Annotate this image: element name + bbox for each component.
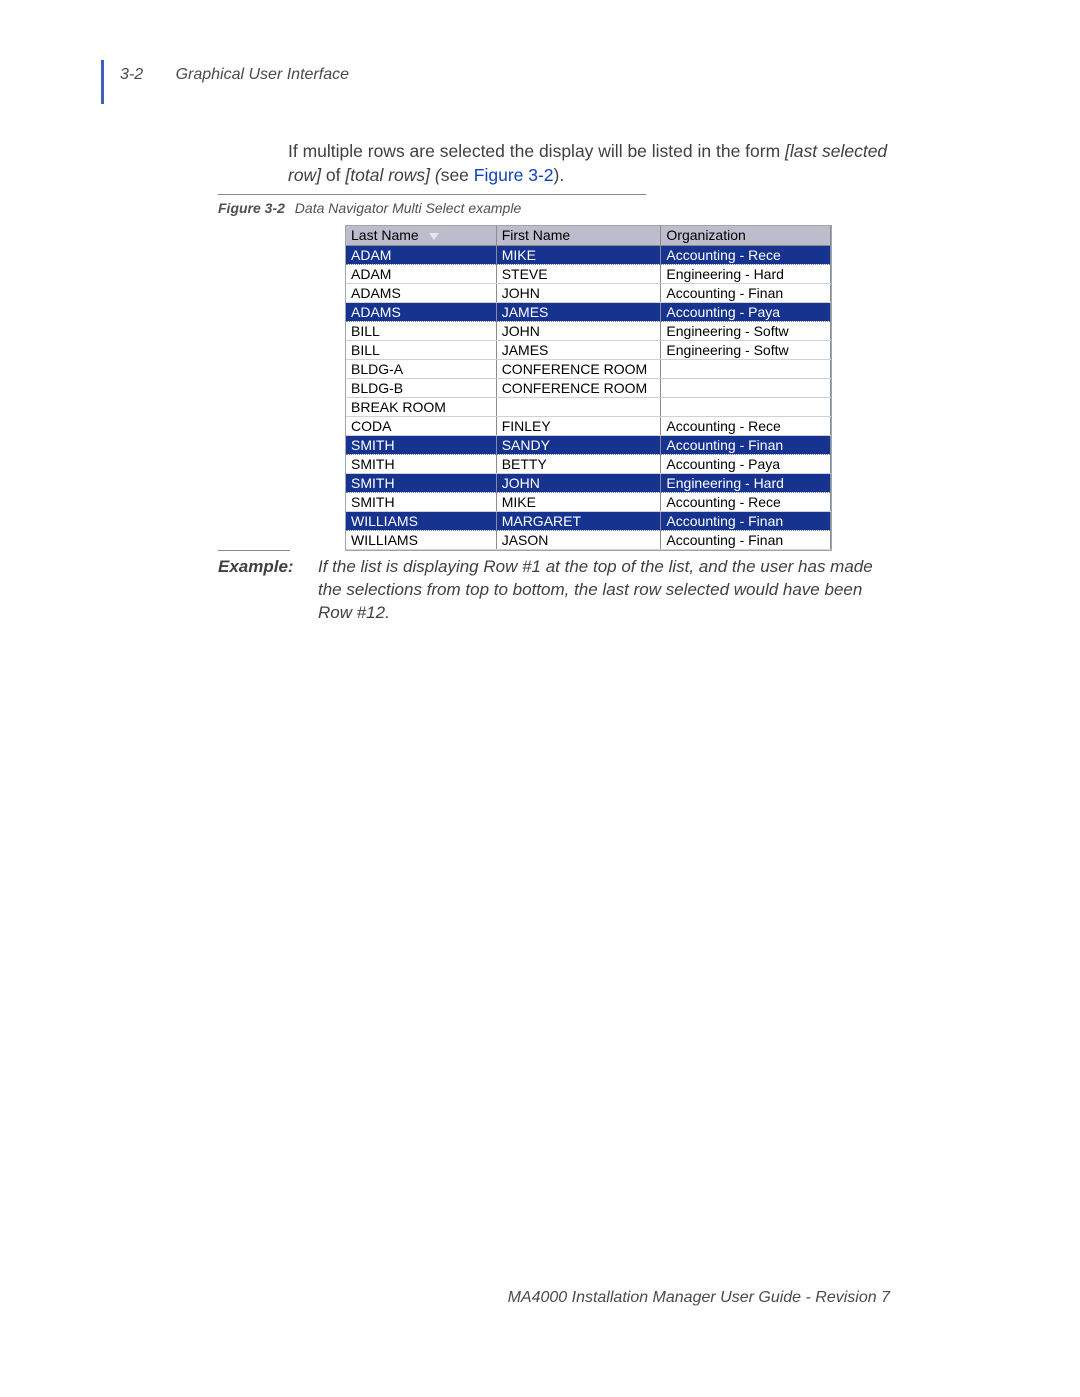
table-cell: ADAMS bbox=[346, 302, 496, 321]
table-cell: SMITH bbox=[346, 435, 496, 454]
table-cell: FINLEY bbox=[496, 416, 661, 435]
column-header-lastname[interactable]: Last Name bbox=[346, 226, 496, 245]
table-cell: BETTY bbox=[496, 454, 661, 473]
table-header-row: Last Name First Name Organization bbox=[346, 226, 831, 245]
sort-descending-icon[interactable] bbox=[429, 233, 439, 240]
table-cell: JASON bbox=[496, 530, 661, 549]
column-header-label: First Name bbox=[502, 227, 570, 243]
para-text: If multiple rows are selected the displa… bbox=[288, 141, 785, 161]
table-cell bbox=[661, 359, 831, 378]
table-row[interactable]: ADAMSJAMESAccounting - Paya bbox=[346, 302, 831, 321]
table-row[interactable]: ADAMSTEVEEngineering - Hard bbox=[346, 264, 831, 283]
table-cell: WILLIAMS bbox=[346, 530, 496, 549]
table-cell: SMITH bbox=[346, 454, 496, 473]
data-navigator-figure: Last Name First Name Organization ADAMMI… bbox=[345, 225, 832, 551]
page: 3-2 Graphical User Interface If multiple… bbox=[0, 0, 1080, 1397]
table-row[interactable]: ADAMMIKEAccounting - Rece bbox=[346, 245, 831, 264]
table-cell: JAMES bbox=[496, 302, 661, 321]
figure-caption: Figure 3-2 Data Navigator Multi Select e… bbox=[218, 200, 521, 216]
table-row[interactable]: WILLIAMSJASONAccounting - Finan bbox=[346, 530, 831, 549]
figure-crossref-link[interactable]: Figure 3-2 bbox=[474, 165, 554, 185]
table-cell: MIKE bbox=[496, 492, 661, 511]
table-cell: Accounting - Rece bbox=[661, 416, 831, 435]
table-cell: Accounting - Rece bbox=[661, 245, 831, 264]
section-title: Graphical User Interface bbox=[176, 66, 349, 83]
para-text: of bbox=[321, 165, 345, 185]
table-cell: Engineering - Hard bbox=[661, 473, 831, 492]
table-cell: MIKE bbox=[496, 245, 661, 264]
table-cell: JAMES bbox=[496, 340, 661, 359]
table-cell: Accounting - Paya bbox=[661, 302, 831, 321]
para-text: ). bbox=[554, 165, 565, 185]
table-cell: Accounting - Finan bbox=[661, 511, 831, 530]
table-cell: BILL bbox=[346, 321, 496, 340]
table-cell: MARGARET bbox=[496, 511, 661, 530]
figure-caption-text: Data Navigator Multi Select example bbox=[295, 200, 521, 216]
column-header-label: Organization bbox=[666, 227, 745, 243]
para-ital: [total rows] ( bbox=[345, 165, 440, 185]
page-number: 3-2 bbox=[120, 66, 143, 83]
figure-number: Figure 3-2 bbox=[218, 200, 285, 216]
table-body: ADAMMIKEAccounting - ReceADAMSTEVEEngine… bbox=[346, 245, 831, 549]
table-cell: JOHN bbox=[496, 321, 661, 340]
table-row[interactable]: BILLJAMESEngineering - Softw bbox=[346, 340, 831, 359]
table-cell: WILLIAMS bbox=[346, 511, 496, 530]
table-row[interactable]: SMITHJOHNEngineering - Hard bbox=[346, 473, 831, 492]
table-cell: STEVE bbox=[496, 264, 661, 283]
example-rule bbox=[218, 550, 290, 551]
page-footer: MA4000 Installation Manager User Guide -… bbox=[508, 1289, 890, 1307]
example-paragraph: Example: If the list is displaying Row #… bbox=[218, 556, 878, 625]
example-text: If the list is displaying Row #1 at the … bbox=[318, 556, 878, 625]
table-cell: ADAM bbox=[346, 245, 496, 264]
table-row[interactable]: CODAFINLEYAccounting - Rece bbox=[346, 416, 831, 435]
example-label: Example: bbox=[218, 556, 318, 625]
data-navigator-table: Last Name First Name Organization ADAMMI… bbox=[346, 226, 831, 550]
table-cell: Accounting - Finan bbox=[661, 283, 831, 302]
table-row[interactable]: BLDG-ACONFERENCE ROOM bbox=[346, 359, 831, 378]
para-text: see bbox=[441, 165, 474, 185]
table-cell: CONFERENCE ROOM bbox=[496, 378, 661, 397]
table-row[interactable]: SMITHBETTYAccounting - Paya bbox=[346, 454, 831, 473]
table-row[interactable]: WILLIAMSMARGARETAccounting - Finan bbox=[346, 511, 831, 530]
table-cell: Accounting - Paya bbox=[661, 454, 831, 473]
table-cell: BREAK ROOM bbox=[346, 397, 496, 416]
table-cell bbox=[661, 397, 831, 416]
table-cell: Accounting - Finan bbox=[661, 435, 831, 454]
table-row[interactable]: SMITHSANDYAccounting - Finan bbox=[346, 435, 831, 454]
table-cell: SMITH bbox=[346, 492, 496, 511]
table-cell: ADAMS bbox=[346, 283, 496, 302]
body-paragraph: If multiple rows are selected the displa… bbox=[288, 140, 888, 187]
column-header-firstname[interactable]: First Name bbox=[496, 226, 661, 245]
table-cell: BILL bbox=[346, 340, 496, 359]
table-cell: Engineering - Hard bbox=[661, 264, 831, 283]
table-cell: CODA bbox=[346, 416, 496, 435]
table-cell: SANDY bbox=[496, 435, 661, 454]
table-cell: JOHN bbox=[496, 283, 661, 302]
table-cell: CONFERENCE ROOM bbox=[496, 359, 661, 378]
table-cell: JOHN bbox=[496, 473, 661, 492]
table-row[interactable]: SMITHMIKEAccounting - Rece bbox=[346, 492, 831, 511]
table-cell: BLDG-A bbox=[346, 359, 496, 378]
table-cell bbox=[661, 378, 831, 397]
column-header-organization[interactable]: Organization bbox=[661, 226, 831, 245]
table-cell: Engineering - Softw bbox=[661, 321, 831, 340]
table-cell: Accounting - Rece bbox=[661, 492, 831, 511]
table-cell: Engineering - Softw bbox=[661, 340, 831, 359]
table-cell: ADAM bbox=[346, 264, 496, 283]
table-row[interactable]: ADAMSJOHNAccounting - Finan bbox=[346, 283, 831, 302]
table-cell: Accounting - Finan bbox=[661, 530, 831, 549]
page-header: 3-2 Graphical User Interface bbox=[120, 66, 349, 84]
column-header-label: Last Name bbox=[351, 227, 419, 243]
table-cell: SMITH bbox=[346, 473, 496, 492]
header-rule bbox=[101, 60, 104, 104]
table-row[interactable]: BILLJOHNEngineering - Softw bbox=[346, 321, 831, 340]
figure-caption-rule bbox=[218, 194, 646, 195]
table-cell bbox=[496, 397, 661, 416]
table-row[interactable]: BREAK ROOM bbox=[346, 397, 831, 416]
table-cell: BLDG-B bbox=[346, 378, 496, 397]
table-row[interactable]: BLDG-BCONFERENCE ROOM bbox=[346, 378, 831, 397]
